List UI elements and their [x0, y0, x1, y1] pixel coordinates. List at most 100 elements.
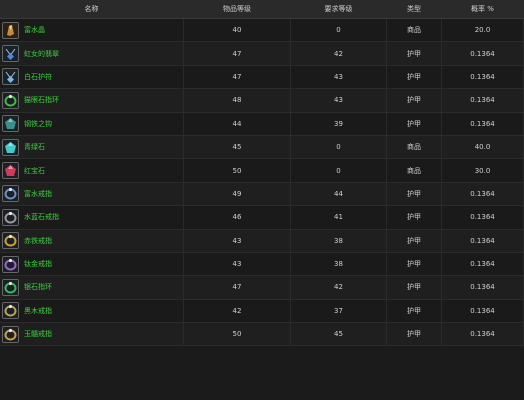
- cell-name: 黑木戒指: [0, 299, 184, 323]
- item-name-link[interactable]: 富水戒指: [24, 189, 52, 199]
- cell-rate: 0.1364: [442, 89, 524, 112]
- cell-name: 钛金戒指: [0, 252, 184, 276]
- cell-rate: 0.1364: [442, 323, 524, 346]
- table-row[interactable]: 水蓝石戒指 46 41 护甲 0.1364: [0, 206, 524, 230]
- cell-name: 银石指环: [0, 276, 184, 299]
- ring-icon[interactable]: [2, 185, 19, 203]
- ring-icon[interactable]: [2, 232, 19, 250]
- cell-name: 钢铁之钩: [0, 112, 184, 135]
- item-name-link[interactable]: 银石指环: [24, 282, 52, 292]
- cell-req-level: 42: [291, 276, 387, 299]
- cell-name: 青绿石: [0, 135, 184, 159]
- cell-item-level: 50: [184, 159, 291, 182]
- cell-type: 商品: [387, 135, 442, 159]
- ring-icon[interactable]: [2, 278, 19, 296]
- ring-icon[interactable]: [2, 325, 19, 343]
- ring-icon[interactable]: [2, 91, 19, 109]
- cell-type: 护甲: [387, 42, 442, 65]
- item-name-link[interactable]: 黑木戒指: [24, 306, 52, 316]
- header-req-level[interactable]: 要求等级: [291, 0, 387, 18]
- cell-type: 护甲: [387, 323, 442, 346]
- ring-icon[interactable]: [2, 255, 19, 273]
- cell-type: 护甲: [387, 229, 442, 252]
- cell-type: 护甲: [387, 252, 442, 276]
- cell-name: 白石护符: [0, 65, 184, 89]
- table-row[interactable]: 富水戒指 49 44 护甲 0.1364: [0, 182, 524, 207]
- cell-item-level: 44: [184, 112, 291, 135]
- item-name-link[interactable]: 钢铁之钩: [24, 119, 52, 129]
- cell-item-level: 43: [184, 229, 291, 252]
- cell-req-level: 38: [291, 229, 387, 252]
- cell-req-level: 0: [291, 135, 387, 159]
- cell-rate: 0.1364: [442, 182, 524, 206]
- item-name-link[interactable]: 富水晶: [24, 25, 45, 35]
- table-row[interactable]: 银石指环 47 42 护甲 0.1364: [0, 276, 524, 300]
- table-row[interactable]: 玉髓戒指 50 45 护甲 0.1364: [0, 323, 524, 347]
- cell-rate: 30.0: [442, 159, 524, 182]
- table-row[interactable]: 虹女的翡翠 47 42 护甲 0.1364: [0, 42, 524, 66]
- header-name[interactable]: 名称: [0, 0, 184, 18]
- table-row[interactable]: 赤铁戒指 43 38 护甲 0.1364: [0, 229, 524, 253]
- cell-rate: 0.1364: [442, 252, 524, 276]
- cell-type: 护甲: [387, 182, 442, 206]
- cell-type: 护甲: [387, 112, 442, 135]
- gem-icon[interactable]: [2, 162, 19, 180]
- cell-item-level: 43: [184, 252, 291, 276]
- item-name-link[interactable]: 青绿石: [24, 142, 45, 152]
- cell-req-level: 41: [291, 206, 387, 229]
- cell-req-level: 42: [291, 42, 387, 65]
- amulet-icon[interactable]: [2, 68, 19, 86]
- cell-req-level: 45: [291, 323, 387, 346]
- gem-icon[interactable]: [2, 138, 19, 156]
- item-name-link[interactable]: 虹女的翡翠: [24, 49, 59, 59]
- header-item-level[interactable]: 物品等级: [184, 0, 291, 18]
- cell-item-level: 48: [184, 89, 291, 112]
- cell-item-level: 42: [184, 299, 291, 323]
- cell-type: 护甲: [387, 89, 442, 112]
- table-row[interactable]: 白石护符 47 43 护甲 0.1364: [0, 65, 524, 90]
- cell-rate: 0.1364: [442, 276, 524, 299]
- item-name-link[interactable]: 钛金戒指: [24, 259, 52, 269]
- cell-req-level: 37: [291, 299, 387, 323]
- cell-name: 红宝石: [0, 159, 184, 182]
- crystal-icon[interactable]: [2, 21, 19, 39]
- cell-rate: 0.1364: [442, 229, 524, 252]
- table-row[interactable]: 富水晶 40 0 商品 20.0: [0, 19, 524, 43]
- cell-name: 富水晶: [0, 19, 184, 42]
- cell-req-level: 0: [291, 159, 387, 182]
- header-rate[interactable]: 概率 %: [442, 0, 524, 18]
- cell-item-level: 45: [184, 135, 291, 159]
- item-name-link[interactable]: 猫眼石指环: [24, 95, 59, 105]
- cell-item-level: 49: [184, 182, 291, 206]
- cell-rate: 0.1364: [442, 112, 524, 135]
- header-type[interactable]: 类型: [387, 0, 442, 18]
- cell-req-level: 43: [291, 89, 387, 112]
- cell-name: 赤铁戒指: [0, 229, 184, 252]
- item-name-link[interactable]: 红宝石: [24, 166, 45, 176]
- table-row[interactable]: 青绿石 45 0 商品 40.0: [0, 135, 524, 160]
- item-name-link[interactable]: 赤铁戒指: [24, 236, 52, 246]
- cell-type: 护甲: [387, 276, 442, 299]
- cell-name: 玉髓戒指: [0, 323, 184, 346]
- table-row[interactable]: 黑木戒指 42 37 护甲 0.1364: [0, 299, 524, 324]
- table-row[interactable]: 钛金戒指 43 38 护甲 0.1364: [0, 252, 524, 277]
- cell-name: 水蓝石戒指: [0, 206, 184, 229]
- cell-rate: 0.1364: [442, 65, 524, 89]
- table-row[interactable]: 钢铁之钩 44 39 护甲 0.1364: [0, 112, 524, 136]
- table-row[interactable]: 红宝石 50 0 商品 30.0: [0, 159, 524, 183]
- cell-type: 护甲: [387, 206, 442, 229]
- ring-icon[interactable]: [2, 208, 19, 226]
- item-name-link[interactable]: 水蓝石戒指: [24, 212, 59, 222]
- cell-type: 护甲: [387, 65, 442, 89]
- ring-icon[interactable]: [2, 302, 19, 320]
- cell-rate: 0.1364: [442, 299, 524, 323]
- item-name-link[interactable]: 白石护符: [24, 72, 52, 82]
- cell-rate: 40.0: [442, 135, 524, 159]
- table-row[interactable]: 猫眼石指环 48 43 护甲 0.1364: [0, 89, 524, 113]
- cell-item-level: 50: [184, 323, 291, 346]
- item-name-link[interactable]: 玉髓戒指: [24, 329, 52, 339]
- cell-type: 商品: [387, 159, 442, 182]
- amulet-icon[interactable]: [2, 45, 19, 63]
- gem-icon[interactable]: [2, 115, 19, 133]
- cell-item-level: 47: [184, 65, 291, 89]
